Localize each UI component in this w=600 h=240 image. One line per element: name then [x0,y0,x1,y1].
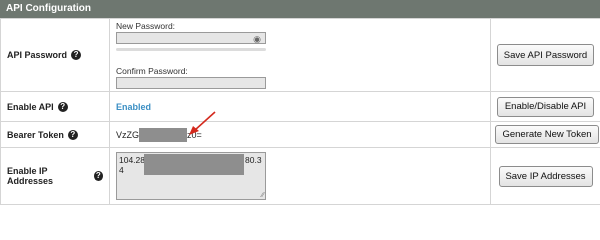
save-ip-addresses-button[interactable]: Save IP Addresses [498,165,593,187]
annotation-arrow-icon [189,111,216,135]
confirm-password-field[interactable] [116,77,266,89]
new-password-field[interactable]: ◉ [116,32,266,44]
help-icon[interactable]: ? [57,101,68,112]
help-icon[interactable]: ? [93,171,103,181]
save-api-password-button[interactable]: Save API Password [497,44,594,66]
api-status-text: Enabled [116,101,152,112]
confirm-password-label: Confirm Password: [116,66,188,76]
new-password-label: New Password: [116,21,176,31]
eye-icon[interactable]: ◉ [253,33,261,45]
ip-addresses-textarea[interactable]: 104.28. 80.3 4 ∕∕ [116,152,266,200]
api-password-row: API Password ? New Password: ◉ Confirm P… [0,18,600,92]
help-icon[interactable]: ? [67,129,78,140]
ip-redaction [144,154,244,175]
help-icon[interactable]: ? [71,50,82,60]
panel-header: API Configuration [0,0,600,18]
resize-handle-icon[interactable]: ∕∕ [262,192,264,199]
enable-api-row: Enable API ? Enabled Enable/Disable API [0,91,600,122]
ip-line1-end: 80.3 [245,155,262,165]
token-redaction [139,127,188,142]
bearer-token-value: VzZG z0= [116,127,484,142]
enable-disable-api-button[interactable]: Enable/Disable API [497,96,594,117]
generate-new-token-button[interactable]: Generate New Token [495,125,599,144]
api-password-label: API Password [7,50,68,60]
ip-addresses-row: Enable IP Addresses ? 104.28. 80.3 4 ∕∕ … [0,147,600,205]
ip-line2: 4 [119,165,124,175]
password-strength-bar [116,48,266,51]
ip-addresses-label: Enable IP Addresses [7,166,54,186]
bearer-token-row: Bearer Token ? VzZG z0= Generate New Tok… [0,121,600,148]
api-configuration-panel: API Configuration API Password ? New Pas… [0,0,600,207]
token-prefix: VzZG [116,129,140,140]
config-table: API Password ? New Password: ◉ Confirm P… [0,18,600,205]
bearer-token-label: Bearer Token [7,129,64,140]
enable-api-label: Enable API [7,101,54,112]
